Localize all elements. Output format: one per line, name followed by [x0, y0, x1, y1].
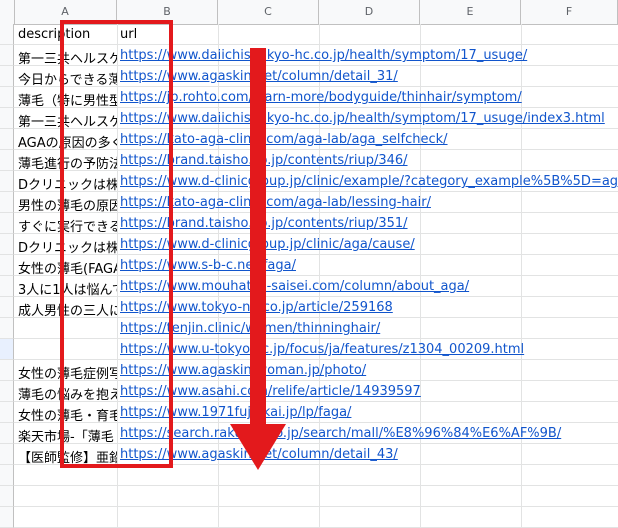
arrow-head [230, 424, 286, 470]
arrow-shaft [250, 48, 266, 426]
spreadsheet: ABCDEF descriptionurl第一三共ヘルスケアhttps://ww… [0, 0, 618, 528]
down-arrow-annotation [230, 48, 286, 470]
